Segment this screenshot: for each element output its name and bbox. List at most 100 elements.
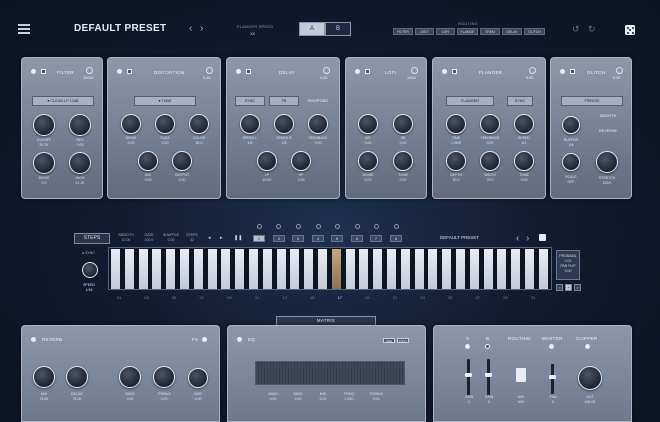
reverb-power-icon[interactable]	[31, 337, 36, 342]
delay-fb-button[interactable]: FB	[269, 96, 299, 106]
filter-res-knob[interactable]	[69, 114, 91, 136]
flanger-power-icon[interactable]	[442, 69, 447, 74]
pan-fader[interactable]	[551, 364, 554, 394]
menu-icon[interactable]	[18, 24, 30, 34]
clipper-toggle[interactable]	[585, 344, 590, 349]
glitch-buffer-knob[interactable]	[562, 116, 580, 134]
eq-treble-param[interactable]: TREBLE 0.00	[361, 392, 391, 402]
step-bar[interactable]	[469, 249, 479, 289]
step-bar[interactable]	[525, 249, 534, 289]
preset-b-button[interactable]: B	[325, 22, 351, 36]
master-b-toggle[interactable]	[485, 344, 490, 349]
reverb-size-knob[interactable]	[188, 368, 208, 388]
lofi-power-icon[interactable]	[355, 69, 360, 74]
delay-lp-knob[interactable]	[257, 151, 277, 171]
step-bar[interactable]	[511, 249, 521, 289]
flanger-depth-knob[interactable]	[446, 151, 466, 171]
flanger-speed-value[interactable]: 1X	[250, 31, 255, 36]
preset-name[interactable]: DEFAULT PRESET	[74, 23, 166, 34]
seq-steps-param[interactable]: STEPS 32	[184, 233, 200, 243]
distortion-drive-knob[interactable]	[121, 114, 141, 134]
gain-a-fader[interactable]	[467, 359, 470, 395]
flanger-width-knob[interactable]	[480, 151, 500, 171]
delay-speed-l-knob[interactable]	[240, 114, 260, 134]
delay-hp-knob[interactable]	[291, 151, 311, 171]
glitch-power-icon[interactable]	[560, 69, 565, 74]
gain-b-fader[interactable]	[487, 359, 490, 395]
steps-tab[interactable]: STEPS	[74, 233, 110, 244]
distortion-type-select[interactable]: ▾ TUBE	[134, 96, 196, 106]
delay-feedback-knob[interactable]	[308, 114, 328, 134]
step-bar[interactable]	[318, 249, 327, 289]
lofi-lock-icon[interactable]	[365, 69, 370, 74]
step-bar[interactable]	[497, 249, 507, 289]
seq-gate-param[interactable]: GATE 100.0	[141, 233, 157, 243]
step-bar[interactable]	[138, 249, 148, 289]
distortion-mix2-knob[interactable]	[138, 151, 158, 171]
step-bar[interactable]	[207, 249, 217, 289]
step-bar[interactable]	[249, 249, 258, 289]
distortion-color-knob[interactable]	[189, 114, 209, 134]
routing-chip-trem[interactable]: TREM	[480, 28, 500, 35]
step-bar[interactable]	[442, 249, 452, 289]
seq-page-4[interactable]: 4	[312, 235, 324, 242]
page-dot[interactable]	[374, 224, 379, 229]
glitch-smooth-button[interactable]: SMOOTH	[591, 111, 625, 121]
delay-pingpong-button[interactable]: PINGPONG	[303, 96, 333, 106]
seq-smooth-param[interactable]: SMOOTH 10.00	[118, 233, 134, 243]
master-toggle[interactable]	[549, 344, 554, 349]
step-bar[interactable]	[345, 249, 355, 289]
pause-icon[interactable]: ❚❚	[234, 235, 242, 241]
lofi-sr-knob[interactable]	[393, 114, 413, 134]
flanger-mode-button[interactable]: FLANGER	[446, 96, 494, 106]
routing-chip-lofi[interactable]: LOFI	[436, 28, 455, 35]
page-dot[interactable]	[316, 224, 321, 229]
routing-chip-filter[interactable]: FILTER	[393, 28, 413, 35]
add-step-button[interactable]: +	[565, 284, 572, 291]
filter-mix-knob[interactable]	[86, 67, 93, 74]
reverb-fx-toggle[interactable]	[202, 337, 207, 342]
eq-power-icon[interactable]	[237, 337, 242, 342]
step-bar[interactable]	[152, 249, 162, 289]
step-bar[interactable]	[414, 249, 424, 289]
delay-speed-r-knob[interactable]	[274, 114, 294, 134]
step-bar[interactable]	[428, 249, 438, 289]
step-bar[interactable]	[124, 249, 134, 289]
seq-page-3[interactable]: 3	[292, 235, 304, 242]
delay-power-icon[interactable]	[236, 69, 241, 74]
page-dot[interactable]	[296, 224, 301, 229]
glitch-freeze-button[interactable]: FREEZE	[561, 96, 623, 106]
seq-preset-name[interactable]: DEFAULT PRESET	[440, 235, 479, 240]
reverb-treble-knob[interactable]	[153, 366, 175, 388]
reverb-bass-knob[interactable]	[119, 366, 141, 388]
seq-page-1[interactable]: 1	[253, 235, 265, 242]
distortion-lock-icon[interactable]	[127, 69, 132, 74]
glitch-scale-knob[interactable]	[562, 153, 580, 171]
page-dot[interactable]	[335, 224, 340, 229]
preset-a-button[interactable]: A	[299, 22, 325, 36]
step-bar[interactable]	[483, 249, 493, 289]
next-preset-icon[interactable]: ›	[200, 23, 203, 34]
shift-right-button[interactable]: >	[574, 284, 581, 291]
seq-page-2[interactable]: 2	[273, 235, 285, 242]
gain-b-fader-handle[interactable]	[485, 373, 492, 377]
step-bar[interactable]	[290, 249, 300, 289]
lofi-noise-knob[interactable]	[358, 151, 378, 171]
step-bar[interactable]	[180, 249, 189, 289]
routing-chip-flange[interactable]: FLANGE	[457, 28, 478, 35]
prev-step-icon[interactable]: ◂	[208, 235, 211, 241]
eq-pre-tag[interactable]: PRE	[383, 338, 395, 343]
page-dot[interactable]	[394, 224, 399, 229]
step-bar[interactable]	[235, 249, 245, 289]
seq-dice-icon[interactable]	[539, 234, 546, 241]
glitch-mix-knob[interactable]	[616, 67, 623, 74]
seq-shuffle-param[interactable]: SHUFFLE 0.00	[163, 233, 179, 243]
flanger-speed-knob[interactable]	[514, 114, 534, 134]
step-bar[interactable]	[331, 249, 341, 289]
routing-mix-icon[interactable]	[516, 368, 526, 382]
step-bar[interactable]	[221, 249, 231, 289]
routing-chip-glitch[interactable]: GLITCH	[524, 28, 545, 35]
glitch-lock-icon[interactable]	[570, 69, 575, 74]
delay-mix-knob[interactable]	[323, 67, 330, 74]
step-bar[interactable]	[166, 249, 176, 289]
